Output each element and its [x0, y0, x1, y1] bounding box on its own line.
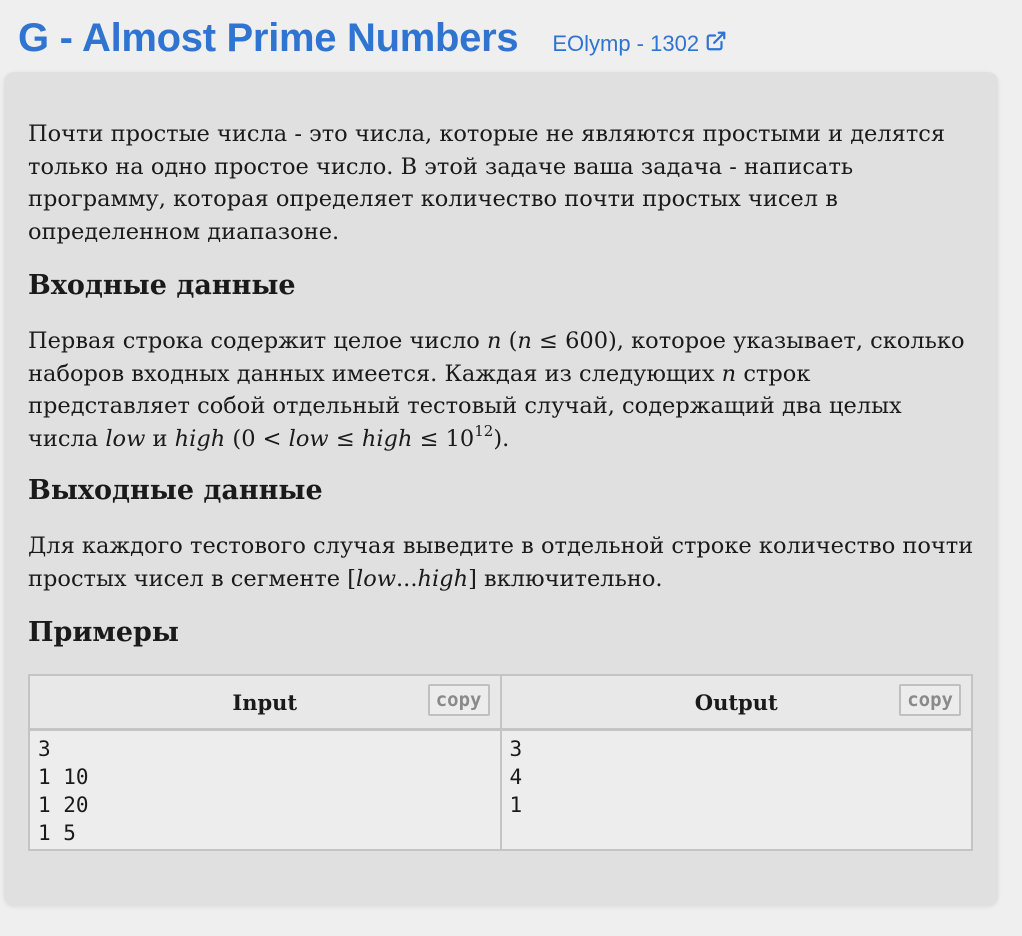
sample-output-cell: 3 4 1: [499, 728, 973, 851]
external-link-icon: [705, 30, 727, 58]
input-text: Первая строка содержит целое число: [28, 328, 487, 354]
output-heading: Выходные данные: [28, 475, 323, 506]
output-description: Для каждого тестового случая выведите в …: [28, 530, 978, 595]
math-text: ]: [468, 565, 477, 592]
math-var: n: [721, 360, 737, 387]
sample-input-header: Input copy: [28, 674, 502, 731]
math-var: low: [105, 425, 146, 452]
math-var: n: [517, 328, 532, 354]
copy-output-button[interactable]: copy: [899, 684, 961, 716]
math-text: [: [347, 565, 357, 592]
math-var: high: [361, 425, 413, 452]
sample-header-row: Input copy Output copy: [28, 674, 973, 731]
problem-title: G - Almost Prime Numbers: [18, 16, 519, 60]
math-text: ≤: [328, 425, 362, 452]
math-text: ...: [396, 565, 418, 592]
math-text: (0 <: [225, 425, 289, 452]
math-var: high: [174, 425, 226, 452]
copy-input-button[interactable]: copy: [427, 684, 490, 716]
sample-input-header-label: Input: [232, 689, 298, 715]
source-link[interactable]: EOlymp - 1302: [552, 30, 727, 58]
sample-data-row: 3 1 10 1 20 1 5 3 4 1: [28, 728, 973, 851]
math-var: low: [288, 425, 329, 452]
math-text: (: [501, 328, 518, 354]
problem-header: G - Almost Prime Numbers EOlymp - 1302: [18, 16, 727, 61]
source-link-label: EOlymp - 1302: [552, 31, 700, 56]
math-text: ).: [493, 425, 510, 452]
input-description: Первая строка содержит целое число n (n …: [28, 325, 978, 455]
problem-card: Почти простые числа - это числа, которые…: [4, 72, 998, 906]
math-text: ≤ 10: [412, 425, 475, 452]
sample-input-cell: 3 1 10 1 20 1 5: [28, 728, 502, 851]
sample-output-value: 3 4 1: [509, 737, 523, 817]
math-text: ≤ 600): [531, 328, 617, 354]
math-var: low: [356, 565, 397, 592]
math-var: high: [417, 565, 469, 592]
sample-input-value: 3 1 10 1 20 1 5: [38, 737, 89, 845]
problem-statement: Почти простые числа - это числа, которые…: [28, 121, 946, 245]
sample-table: Input copy Output copy 3 1 10 1 20 1 5 3…: [28, 674, 973, 851]
problem-content: Почти простые числа - это числа, которые…: [28, 118, 978, 851]
sample-output-header-label: Output: [694, 689, 778, 715]
input-heading: Входные данные: [28, 270, 296, 301]
math-exponent: 12: [474, 421, 494, 440]
math-var: n: [486, 328, 502, 354]
examples-heading: Примеры: [28, 617, 179, 648]
output-text: включительно.: [476, 565, 663, 592]
sample-output-header: Output copy: [499, 674, 973, 731]
input-text: и: [145, 425, 175, 452]
